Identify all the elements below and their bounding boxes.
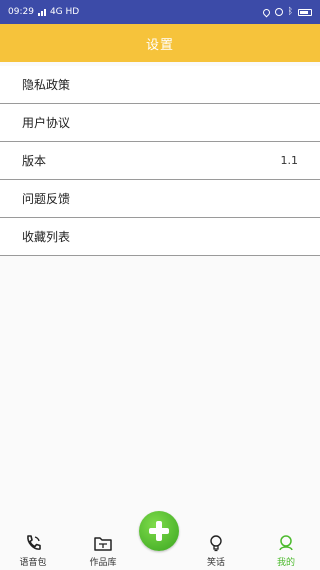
nav-voice-pack[interactable]: 语音包 [13, 528, 53, 568]
list-item-label: 收藏列表 [22, 230, 71, 244]
status-bar: 09:29 4G HD ᛒ [0, 0, 320, 24]
folder-icon [93, 534, 113, 552]
signal-icon [37, 8, 46, 16]
nav-label: 作品库 [89, 558, 117, 568]
nav-label: 语音包 [19, 558, 47, 568]
plus-icon [147, 519, 171, 543]
nav-mine[interactable]: 我的 [266, 528, 306, 568]
phone-icon [24, 534, 42, 552]
app-header: 设置 [0, 24, 320, 62]
user-agreement-item[interactable]: 用户协议 [0, 104, 320, 142]
page-title: 设置 [145, 37, 174, 53]
lightbulb-icon [208, 534, 224, 552]
list-item-label: 问题反馈 [22, 192, 71, 206]
battery-icon [298, 8, 312, 16]
alarm-icon [274, 8, 283, 16]
nav-works[interactable]: 作品库 [83, 528, 123, 568]
list-item-label: 用户协议 [22, 116, 71, 130]
favorites-item[interactable]: 收藏列表 [0, 218, 320, 256]
location-icon [261, 7, 272, 17]
settings-list: 隐私政策 用户协议 版本 1.1 问题反馈 收藏列表 [0, 66, 320, 256]
nav-label: 我的 [276, 558, 295, 568]
nav-jokes[interactable]: 笑话 [196, 528, 236, 568]
list-item-label: 版本 [22, 154, 47, 168]
nav-label: 笑话 [206, 558, 225, 568]
version-value: 1.1 [280, 154, 299, 167]
version-item[interactable]: 版本 1.1 [0, 142, 320, 180]
add-button[interactable] [139, 511, 179, 551]
network-label: 4G HD [49, 7, 80, 17]
profile-icon [277, 534, 295, 552]
feedback-item[interactable]: 问题反馈 [0, 180, 320, 218]
status-time: 09:29 [8, 7, 34, 17]
bluetooth-icon: ᛒ [287, 6, 293, 17]
privacy-policy-item[interactable]: 隐私政策 [0, 66, 320, 104]
list-item-label: 隐私政策 [22, 78, 71, 92]
